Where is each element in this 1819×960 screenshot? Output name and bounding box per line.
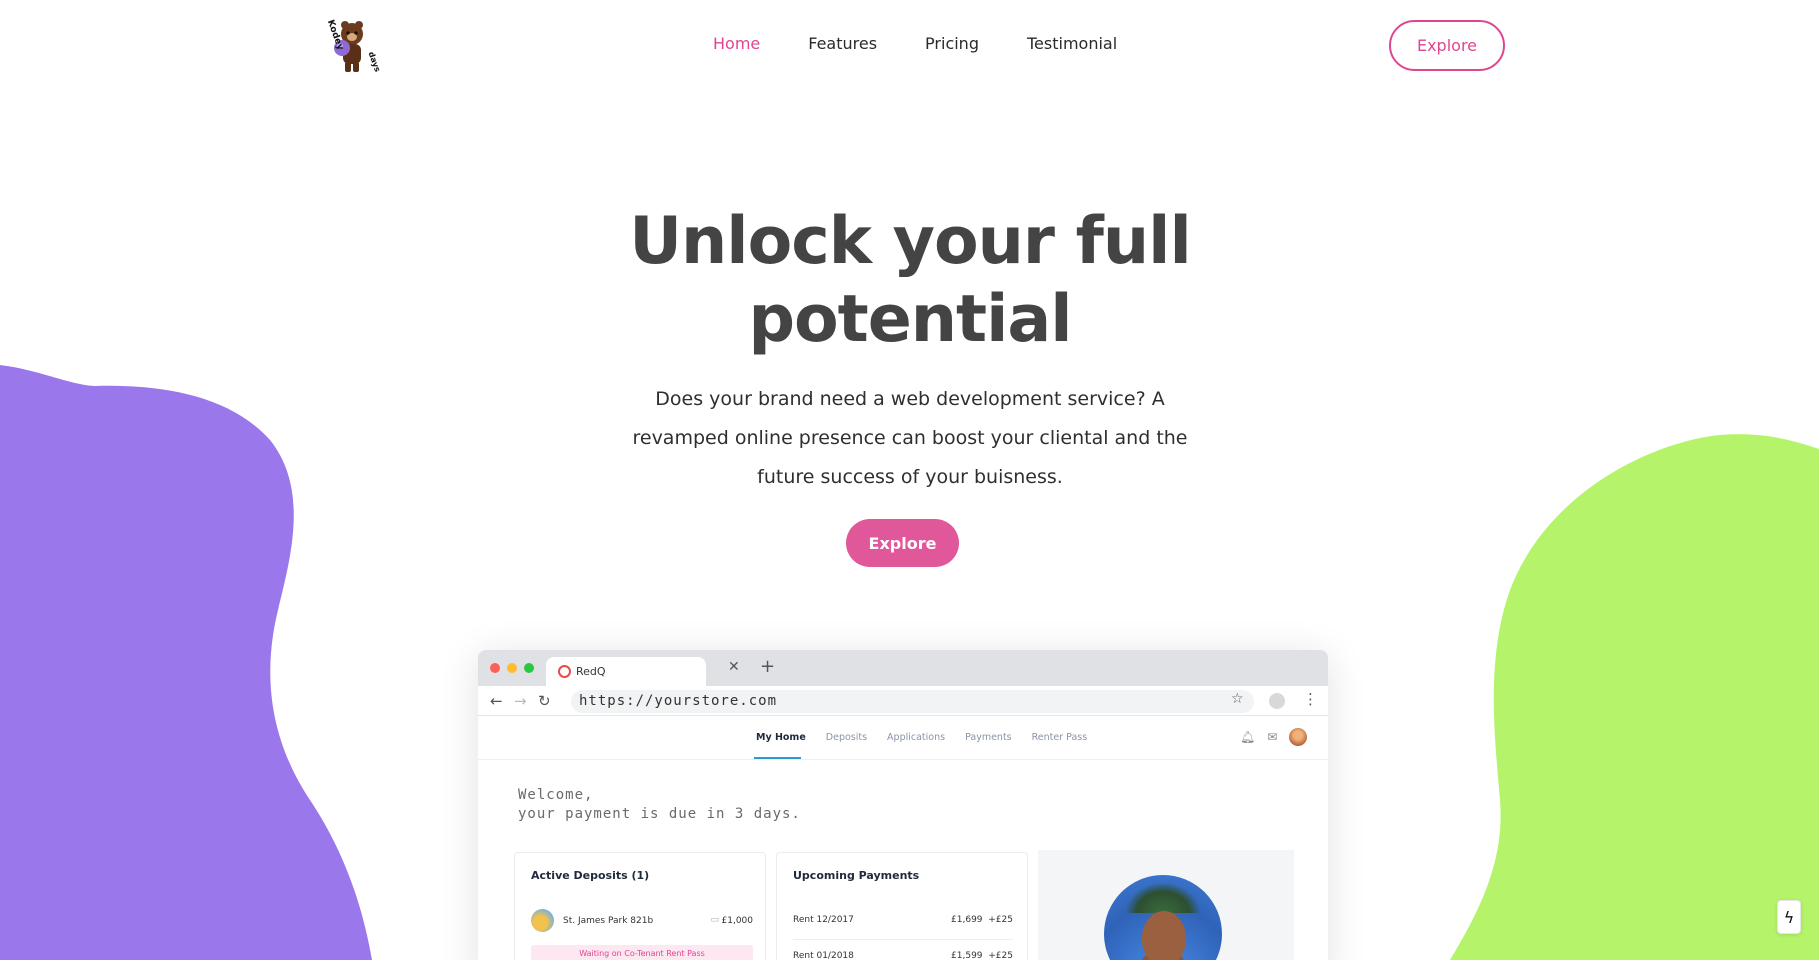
logo-text-bottom: days [367, 50, 382, 73]
payment-label: Rent 12/2017 [793, 915, 854, 925]
hero-explore-button[interactable]: Explore [846, 519, 959, 567]
welcome-line2: your payment is due in 3 days. [518, 806, 801, 822]
browser-address-bar: ← → ↻ https://yourstore.com ☆ ⋮ [478, 686, 1328, 716]
app-tab-renter-pass: Renter Pass [1031, 732, 1088, 743]
app-tab-my-home: My Home [756, 732, 806, 743]
money-icon: ▭ [710, 915, 719, 925]
welcome-message: Welcome, your payment is due in 3 days. [518, 786, 801, 824]
palm-tree-shape [1126, 883, 1200, 913]
hero-title: Unlock your full potential [560, 203, 1260, 359]
reload-icon: ↻ [538, 692, 551, 710]
welcome-line1: Welcome, [518, 787, 594, 803]
bell-icon: 🔔︎ [1240, 730, 1256, 744]
hero-title-line1: Unlock your full [629, 204, 1191, 279]
lightning-icon[interactable]: ϟ [1777, 900, 1801, 934]
nav-link-home[interactable]: Home [713, 34, 760, 53]
logo[interactable]: Kodey days [318, 14, 382, 78]
green-blob-decoration [1450, 434, 1819, 960]
profile-photo-panel [1038, 850, 1294, 960]
upcoming-payments-title: Upcoming Payments [793, 869, 920, 882]
browser-tab: RedQ [546, 657, 706, 686]
purple-blob-decoration [0, 365, 372, 960]
menu-dots-icon: ⋮ [1303, 690, 1318, 708]
nav-explore-button[interactable]: Explore [1389, 20, 1505, 71]
avatar [1289, 728, 1308, 746]
deposit-name: St. James Park 821b [563, 916, 654, 926]
active-deposits-card: Active Deposits (1) St. James Park 821b … [514, 852, 766, 960]
window-minimize-dot [507, 663, 517, 673]
browser-tab-bar: RedQ ✕ + [478, 650, 1328, 686]
hero-subtitle-line2: revamped online presence can boost your … [632, 427, 1188, 449]
nav-link-features[interactable]: Features [808, 34, 877, 53]
nav-link-testimonial[interactable]: Testimonial [1027, 34, 1117, 53]
nav-link-pricing[interactable]: Pricing [925, 34, 979, 53]
plus-icon: + [760, 656, 776, 677]
close-icon: ✕ [728, 659, 740, 675]
forward-arrow-icon: → [514, 692, 527, 710]
face-shape [1142, 911, 1186, 960]
deposit-amount: £1,000 [721, 916, 754, 926]
deposit-row: St. James Park 821b ▭ £1,000 [531, 909, 753, 933]
property-avatar [531, 909, 554, 932]
deposit-status-pill: Waiting on Co-Tenant Rent Pass [531, 945, 753, 960]
payment-amount: £1,599 +£25 [951, 951, 1013, 960]
payment-row: Rent 12/2017 £1,699 +£25 [793, 915, 1013, 935]
url-field: https://yourstore.com [571, 690, 1254, 713]
profile-photo [1104, 875, 1222, 960]
active-tab-underline [754, 757, 801, 759]
browser-mockup: RedQ ✕ + ← → ↻ https://yourstore.com ☆ ⋮… [478, 650, 1328, 960]
browser-tab-title: RedQ [576, 665, 606, 678]
star-icon: ☆ [1231, 691, 1244, 707]
app-tab-applications: Applications [887, 732, 946, 743]
redq-favicon-icon [558, 665, 571, 678]
hero-subtitle-line1: Does your brand need a web development s… [655, 388, 1165, 410]
top-navigation: Kodey days Home Features Pricing Testimo… [0, 0, 1819, 92]
window-maximize-dot [524, 663, 534, 673]
payment-row: Rent 01/2018 £1,599 +£25 [793, 951, 1013, 960]
upcoming-payments-card: Upcoming Payments Rent 12/2017 £1,699 +£… [776, 852, 1028, 960]
nav-links: Home Features Pricing Testimonial [713, 34, 1165, 53]
back-arrow-icon: ← [490, 692, 503, 710]
app-tab-payments: Payments [965, 732, 1012, 743]
active-deposits-title: Active Deposits (1) [531, 869, 650, 882]
payment-label: Rent 01/2018 [793, 951, 854, 960]
divider [793, 939, 1013, 940]
app-header-icons: 🔔︎ ✉ [1240, 728, 1308, 746]
app-navigation: My Home Deposits Applications Payments R… [478, 716, 1328, 760]
profile-icon [1269, 693, 1285, 709]
mail-icon: ✉ [1267, 730, 1278, 744]
payment-amount: £1,699 +£25 [951, 915, 1013, 925]
hero-subtitle-line3: future success of your buisness. [757, 466, 1063, 488]
hero-subtitle: Does your brand need a web development s… [630, 380, 1190, 497]
app-tab-deposits: Deposits [825, 732, 868, 743]
hero-title-line2: potential [748, 282, 1072, 357]
app-tabs: My Home Deposits Applications Payments R… [756, 732, 1087, 743]
window-close-dot [490, 663, 500, 673]
